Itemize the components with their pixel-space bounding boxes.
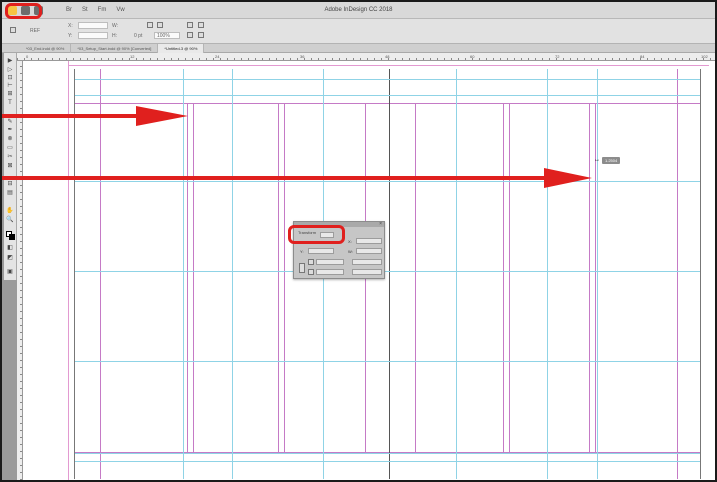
x-field[interactable]: [78, 22, 108, 29]
column-guide: [595, 103, 596, 452]
margin-guide-top: [75, 103, 700, 104]
scale-x-icon[interactable]: [308, 259, 314, 265]
column-guide: [284, 103, 285, 452]
ruler-mark: 24: [215, 54, 220, 59]
scale-x-field[interactable]: [316, 259, 344, 265]
control-panel: X: Y: W: H: 0 pt 100% REF: [2, 19, 715, 44]
selection-tool-icon[interactable]: ▶: [6, 58, 14, 64]
y-label: Y:: [68, 33, 73, 39]
scale-y-icon[interactable]: [308, 269, 314, 275]
ruler-guide: [75, 95, 700, 96]
title-bar: Br St Fm Vw Adobe InDesign CC 2018: [2, 2, 715, 19]
ruler-guide: [547, 69, 548, 479]
ruler-mark: 84: [640, 54, 645, 59]
rectangle-tool-icon[interactable]: ▭: [6, 145, 14, 151]
scale-y-field[interactable]: [316, 269, 344, 275]
gap-tool-icon[interactable]: ⊢: [6, 83, 14, 89]
ruler-guide: [75, 271, 700, 272]
callout-arrow-short: [2, 106, 188, 126]
indesign-window: Br St Fm Vw Adobe InDesign CC 2018 X: Y:…: [0, 0, 717, 482]
frame-fit-icon[interactable]: [187, 22, 193, 28]
column-guide: [503, 103, 504, 452]
column-guide: [415, 103, 416, 452]
close-icon[interactable]: ×: [379, 221, 382, 227]
document-page[interactable]: [74, 69, 701, 479]
zoom-tool-icon[interactable]: 🔍: [6, 217, 14, 223]
content-collector-icon[interactable]: ⊞: [6, 91, 14, 97]
ruler-mark: 48: [385, 54, 390, 59]
column-guide: [589, 103, 590, 452]
w-field[interactable]: [356, 248, 382, 254]
ruler-mark: 0: [26, 54, 29, 59]
content-fit-icon[interactable]: [198, 22, 204, 28]
ruler-mark: 12: [130, 54, 135, 59]
ruler-mark: 102: [701, 54, 708, 59]
tab-end[interactable]: *03_End.indd @ 90%: [20, 44, 72, 53]
ruler-guide: [75, 361, 700, 362]
scissors-tool-icon[interactable]: ✂: [6, 154, 14, 160]
resize-cursor-icon: ↔: [594, 157, 600, 163]
apply-color-icon[interactable]: ◧: [6, 245, 14, 251]
column-guide: [278, 103, 279, 452]
tools-panel: ▶ ▷ ⊡ ⊢ ⊞ T ✎ ✒ ⊗ ▭ ✂ ⊠ ⊟ ▤ ✋ 🔍 ◧ ◩ ▣: [4, 53, 17, 280]
callout-arrow-long: [2, 168, 592, 188]
hand-tool-icon[interactable]: ✋: [6, 208, 14, 214]
ruler-guide: [232, 69, 233, 479]
ruler-guide: [75, 461, 700, 462]
reference-point-icon[interactable]: [10, 27, 16, 33]
y-label: Y:: [300, 249, 304, 254]
zoom-value: 100%: [157, 33, 170, 39]
window-title: Adobe InDesign CC 2018: [324, 7, 393, 13]
page-tool-icon[interactable]: ⊡: [6, 75, 14, 81]
y-field[interactable]: [78, 32, 108, 39]
column-guide: [193, 103, 194, 452]
shear-field[interactable]: [352, 269, 382, 275]
pen-tool-icon[interactable]: ✒: [6, 127, 14, 133]
ruler-guide: [75, 453, 700, 454]
bleed-guide: [68, 65, 709, 66]
margin-guide-left: [100, 69, 101, 479]
ruler-mark: 36: [300, 54, 305, 59]
panel-tab-highlight: [288, 225, 345, 244]
x-field[interactable]: [356, 238, 382, 244]
horizontal-ruler[interactable]: 0 12 24 36 48 60 72 84 102: [17, 53, 715, 61]
direct-selection-tool-icon[interactable]: ▷: [6, 67, 14, 73]
cursor-readout: 1.2504: [602, 157, 621, 164]
tab-untitled[interactable]: *Untitled-3 @ 90%: [158, 44, 205, 53]
rectangle-frame-tool-icon[interactable]: ⊗: [6, 136, 14, 142]
stroke-weight[interactable]: 0 pt: [134, 33, 142, 39]
rotate-field[interactable]: [352, 259, 382, 265]
ruler-mark: 60: [470, 54, 475, 59]
y-field[interactable]: [308, 248, 334, 254]
h-label: H:: [112, 33, 117, 39]
fill-icon[interactable]: [157, 22, 163, 28]
w-label: W:: [112, 23, 119, 29]
ruler-guide: [597, 69, 598, 479]
x-label: X:: [348, 239, 352, 244]
ruler-mark: 72: [555, 54, 560, 59]
x-label: X:: [68, 23, 73, 29]
tab-setup-start[interactable]: *03_Setup_Start.indd @ 90% [Converted]: [71, 44, 159, 53]
ruler-guide: [456, 69, 457, 479]
margin-guide-right: [677, 69, 678, 479]
center-fold-line: [389, 69, 390, 479]
apply-none-icon[interactable]: ◩: [6, 255, 14, 261]
column-guide: [187, 103, 188, 452]
ruler-guide: [75, 79, 700, 80]
constrain-icon[interactable]: [299, 263, 305, 273]
document-tabs: *03_End.indd @ 90% *03_Setup_Start.indd …: [2, 44, 715, 53]
fill-stroke-swatch-icon[interactable]: [6, 231, 15, 240]
note-tool-icon[interactable]: ▤: [6, 190, 14, 196]
wrap-icon[interactable]: [187, 32, 193, 38]
screen-mode-icon[interactable]: ▣: [6, 269, 14, 275]
w-label: W:: [348, 249, 353, 254]
effects-icon[interactable]: [198, 32, 204, 38]
ruler-guide: [183, 69, 184, 479]
align-icon[interactable]: [147, 22, 153, 28]
traffic-light-highlight: [5, 3, 42, 19]
column-guide: [509, 103, 510, 452]
ref-label: REF: [30, 28, 40, 34]
